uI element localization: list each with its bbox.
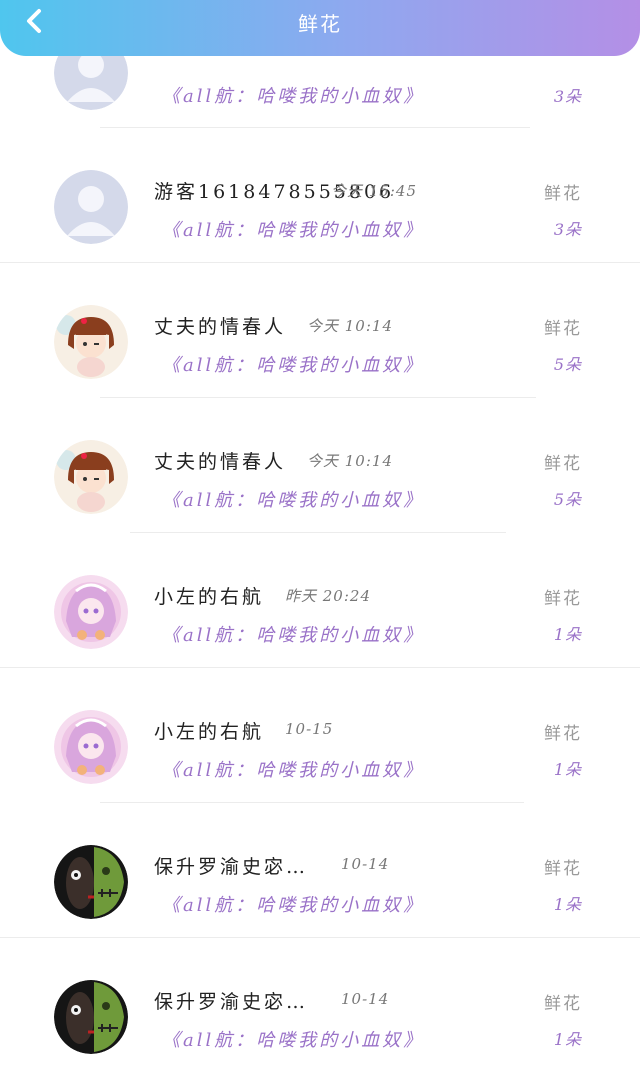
list-item[interactable]: 《all航：哈喽我的小血奴》 3朵 xyxy=(0,36,640,128)
anime-girl-avatar[interactable] xyxy=(54,710,128,784)
list-item[interactable]: 丈夫的情春人 今天 10:14 《all航：哈喽我的小血奴》 鲜花 5朵 xyxy=(0,263,640,398)
gift-type-label: 鲜花 xyxy=(544,859,582,879)
timestamp: 今天 10:14 xyxy=(307,317,393,335)
list-item[interactable]: 丈夫的情春人 今天 10:14 《all航：哈喽我的小血奴》 鲜花 5朵 xyxy=(0,398,640,533)
timestamp: 昨天 20:24 xyxy=(285,587,371,605)
gift-count: 3朵 xyxy=(553,220,582,239)
cartoon-girl-avatar[interactable] xyxy=(54,305,128,379)
timestamp: 今天 10:14 xyxy=(307,452,393,470)
gift-type-label: 鲜花 xyxy=(544,994,582,1014)
zombie-face-avatar[interactable] xyxy=(54,845,128,919)
top-bar: 鲜花 xyxy=(0,0,640,56)
book-title: 《all航：哈喽我的小血奴》 xyxy=(162,490,425,511)
username: 保升罗渝史宓… xyxy=(154,991,309,1013)
book-title: 《all航：哈喽我的小血奴》 xyxy=(162,355,425,376)
book-title: 《all航：哈喽我的小血奴》 xyxy=(162,760,425,781)
gift-type-label: 鲜花 xyxy=(544,184,582,204)
gift-count: 1朵 xyxy=(553,625,582,644)
book-title: 《all航：哈喽我的小血奴》 xyxy=(162,895,425,916)
list-item[interactable]: 保升罗渝史宓… 10-14 《all航：哈喽我的小血奴》 鲜花 1朵 xyxy=(0,938,640,1073)
username: 保升罗渝史宓… xyxy=(154,856,309,878)
list-item[interactable]: 游客1618478555806 今天 15:45 《all航：哈喽我的小血奴》 … xyxy=(0,128,640,263)
gift-count: 5朵 xyxy=(553,490,582,509)
zombie-face-avatar[interactable] xyxy=(54,980,128,1054)
username: 丈夫的情春人 xyxy=(154,316,287,338)
username: 丈夫的情春人 xyxy=(154,451,287,473)
list-item[interactable]: 小左的右航 10-15 《all航：哈喽我的小血奴》 鲜花 1朵 xyxy=(0,668,640,803)
timestamp: 10-14 xyxy=(341,990,390,1008)
cartoon-girl-avatar[interactable] xyxy=(54,440,128,514)
gift-count: 1朵 xyxy=(553,760,582,779)
gift-type-label: 鲜花 xyxy=(544,724,582,744)
flower-gift-list[interactable]: 《all航：哈喽我的小血奴》 3朵 游客1618478555806 今天 15:… xyxy=(0,36,640,1073)
page-title: 鲜花 xyxy=(298,12,342,36)
timestamp: 10-14 xyxy=(341,855,390,873)
list-item[interactable]: 保升罗渝史宓… 10-14 《all航：哈喽我的小血奴》 鲜花 1朵 xyxy=(0,803,640,938)
book-title: 《all航：哈喽我的小血奴》 xyxy=(162,1030,425,1051)
gift-type-label: 鲜花 xyxy=(544,319,582,339)
default-avatar[interactable] xyxy=(54,170,128,244)
book-title: 《all航：哈喽我的小血奴》 xyxy=(162,86,425,107)
book-title: 《all航：哈喽我的小血奴》 xyxy=(162,625,425,646)
username: 小左的右航 xyxy=(154,721,265,743)
gift-count: 1朵 xyxy=(553,895,582,914)
book-title: 《all航：哈喽我的小血奴》 xyxy=(162,220,425,241)
gift-type-label: 鲜花 xyxy=(544,589,582,609)
username: 小左的右航 xyxy=(154,586,265,608)
gift-count: 3朵 xyxy=(553,87,582,106)
list-item[interactable]: 小左的右航 昨天 20:24 《all航：哈喽我的小血奴》 鲜花 1朵 xyxy=(0,533,640,668)
anime-girl-avatar[interactable] xyxy=(54,575,128,649)
timestamp: 10-15 xyxy=(285,720,334,738)
gift-count: 5朵 xyxy=(553,355,582,374)
timestamp: 今天 15:45 xyxy=(331,182,417,200)
gift-count: 1朵 xyxy=(553,1030,582,1049)
gift-type-label: 鲜花 xyxy=(544,454,582,474)
